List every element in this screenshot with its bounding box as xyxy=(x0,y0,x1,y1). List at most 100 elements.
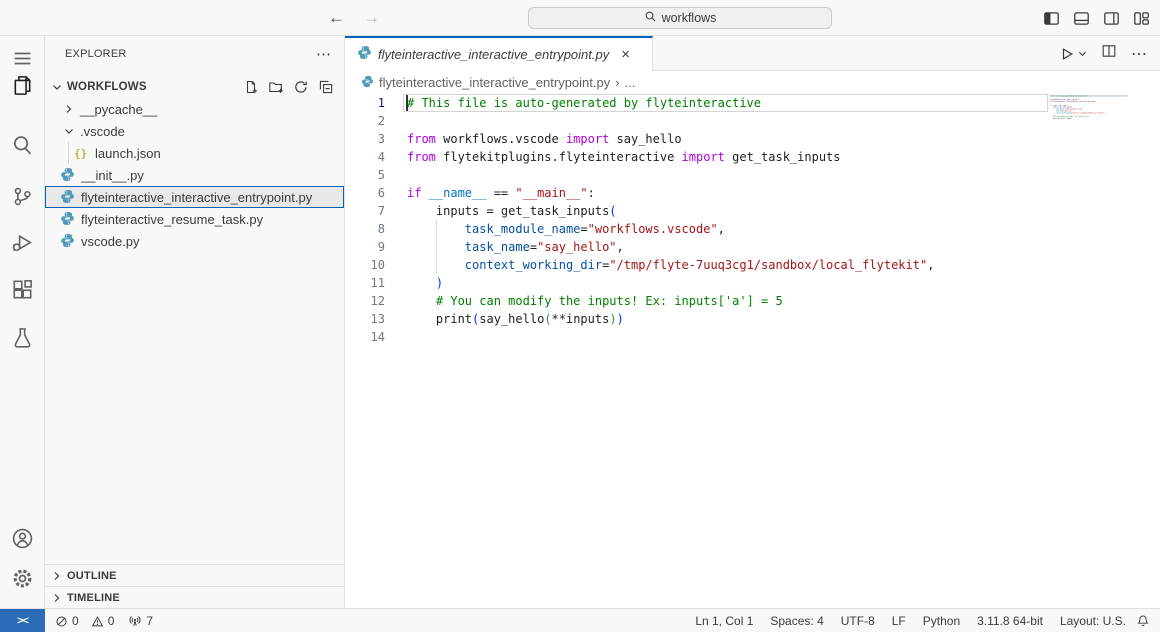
customize-layout-icon[interactable] xyxy=(1133,10,1150,27)
history-back-icon[interactable]: ← xyxy=(328,8,345,28)
minimap-line xyxy=(1050,120,1128,122)
more-actions-icon[interactable]: ⋯ xyxy=(1131,44,1148,64)
accounts-icon[interactable] xyxy=(11,527,34,550)
editor-tab[interactable]: flyteinteractive_interactive_entrypoint.… xyxy=(345,36,653,71)
run-python-file-icon[interactable] xyxy=(1059,46,1087,62)
tree-item-label: flyteinteractive_interactive_entrypoint.… xyxy=(81,190,312,205)
code-line-7[interactable]: 7 inputs = get_task_inputs( xyxy=(345,202,1160,220)
collapse-all-icon[interactable] xyxy=(318,79,334,95)
code-line-1[interactable]: 1 # This file is auto-generated by flytei… xyxy=(345,94,1160,112)
chevron-right-icon xyxy=(49,590,65,606)
sidebar-more-actions-icon[interactable]: ⋯ xyxy=(316,45,332,63)
toggle-primary-sidebar-icon[interactable] xyxy=(1043,10,1060,27)
tree-item-launch.json[interactable]: {}launch.json xyxy=(45,142,344,164)
code-line-5[interactable]: 5 xyxy=(345,166,1160,184)
code-text: # This file is auto-generated by flytein… xyxy=(407,94,761,112)
code-text: if __name__ == "__main__": xyxy=(407,184,595,202)
code-line-11[interactable]: 11 ) xyxy=(345,274,1160,292)
split-editor-icon[interactable] xyxy=(1101,43,1117,64)
code-line-14[interactable]: 14 xyxy=(345,328,1160,346)
status-item-lf[interactable]: LF xyxy=(892,614,906,628)
chevron-down-icon[interactable] xyxy=(61,123,77,139)
file-tree: __pycache__ .vscode {}launch.json__init__.… xyxy=(45,98,344,252)
minimap[interactable]: # This file is auto-generated by flytein… xyxy=(1050,95,1130,215)
code-text: from workflows.vscode import say_hello xyxy=(407,130,682,148)
code-line-8[interactable]: 8 task_module_name="workflows.vscode", xyxy=(345,220,1160,238)
tree-item-flyteinteractive_interactive_entrypoint.py[interactable]: flyteinteractive_interactive_entrypoint.… xyxy=(45,186,344,208)
new-folder-icon[interactable] xyxy=(268,79,284,95)
status-item-3-11-8-64-bit[interactable]: 3.11.8 64-bit xyxy=(977,614,1043,628)
refresh-icon[interactable] xyxy=(293,79,309,95)
code-line-6[interactable]: 6if __name__ == "__main__": xyxy=(345,184,1160,202)
toggle-panel-icon[interactable] xyxy=(1073,10,1090,27)
remote-indicator[interactable]: >< xyxy=(0,609,45,632)
source-control-icon[interactable] xyxy=(11,185,34,208)
status-item-python[interactable]: Python xyxy=(923,614,960,628)
code-text: inputs = get_task_inputs( xyxy=(407,202,617,220)
code-line-12[interactable]: 12 # You can modify the inputs! Ex: inpu… xyxy=(345,292,1160,310)
warning-count: 0 xyxy=(108,614,115,628)
tree-item-label: vscode.py xyxy=(81,234,140,249)
code-text: # You can modify the inputs! Ex: inputs[… xyxy=(407,292,783,310)
forwarded-ports-status[interactable]: 7 xyxy=(128,614,153,628)
explorer-icon[interactable] xyxy=(11,74,34,97)
status-item-utf-8[interactable]: UTF-8 xyxy=(841,614,875,628)
indent-guide xyxy=(68,142,69,164)
breadcrumb-symbol[interactable]: ... xyxy=(625,75,636,90)
code-line-3[interactable]: 3 from workflows.vscode import say_hello xyxy=(345,130,1160,148)
testing-icon[interactable] xyxy=(11,326,34,349)
close-tab-icon[interactable]: × xyxy=(621,47,630,62)
error-icon xyxy=(55,615,68,628)
tree-item-vscode.py[interactable]: vscode.py xyxy=(45,230,344,252)
code-line-4[interactable]: 4from flytekitplugins.flyteinteractive i… xyxy=(345,148,1160,166)
tree-item-label: .vscode xyxy=(80,124,125,139)
toggle-secondary-sidebar-icon[interactable] xyxy=(1103,10,1120,27)
tree-item-flyteinteractive_resume_task.py[interactable]: flyteinteractive_resume_task.py xyxy=(45,208,344,230)
broadcast-tower-icon xyxy=(128,614,142,628)
chevron-down-icon xyxy=(49,79,65,95)
breadcrumb-file[interactable]: flyteinteractive_interactive_entrypoint.… xyxy=(379,75,610,90)
code-line-13[interactable]: 13 print(say_hello(**inputs)) xyxy=(345,310,1160,328)
explorer-sidebar: EXPLORER ⋯ WORKFLOWS __pycache__.vscode{… xyxy=(45,36,345,608)
ports-count: 7 xyxy=(146,614,153,628)
editor-group: flyteinteractive_interactive_entrypoint.… xyxy=(345,36,1160,608)
command-center-search[interactable]: workflows xyxy=(528,7,832,29)
line-number: 4 xyxy=(345,148,385,166)
line-number: 3 xyxy=(345,130,385,148)
tree-item-.vscode[interactable]: .vscode xyxy=(45,120,344,142)
python-file-icon xyxy=(60,167,76,183)
settings-gear-icon[interactable] xyxy=(11,567,34,590)
timeline-panel-header[interactable]: TIMELINE xyxy=(45,586,344,608)
run-and-debug-icon[interactable] xyxy=(11,231,34,254)
status-item-ln-1-col-1[interactable]: Ln 1, Col 1 xyxy=(695,614,753,628)
history-forward-icon[interactable]: → xyxy=(363,8,380,28)
line-number: 12 xyxy=(345,292,385,310)
search-view-icon[interactable] xyxy=(11,134,34,157)
vscode-window: ← → workflows xyxy=(0,0,1160,632)
menu-icon[interactable] xyxy=(11,47,34,70)
line-number: 2 xyxy=(345,112,385,130)
search-icon xyxy=(644,10,657,26)
extensions-icon[interactable] xyxy=(11,278,34,301)
code-line-2[interactable]: 2 xyxy=(345,112,1160,130)
outline-panel-header[interactable]: OUTLINE xyxy=(45,564,344,586)
code-line-10[interactable]: 10 context_working_dir="/tmp/flyte-7uuq3… xyxy=(345,256,1160,274)
chevron-right-icon[interactable] xyxy=(61,101,77,117)
breadcrumb[interactable]: flyteinteractive_interactive_entrypoint.… xyxy=(345,71,1160,94)
status-item-layout-u-s-[interactable]: Layout: U.S. xyxy=(1060,614,1126,628)
new-file-icon[interactable] xyxy=(243,79,259,95)
line-number: 1 xyxy=(345,94,385,112)
line-number: 9 xyxy=(345,238,385,256)
python-file-icon xyxy=(361,75,374,91)
tree-item-__pycache__[interactable]: __pycache__ xyxy=(45,98,344,120)
status-item-spaces-4[interactable]: Spaces: 4 xyxy=(770,614,823,628)
tab-label: flyteinteractive_interactive_entrypoint.… xyxy=(378,47,609,62)
code-line-9[interactable]: 9 task_name="say_hello", xyxy=(345,238,1160,256)
problems-status[interactable]: 0 0 xyxy=(55,614,114,628)
json-file-icon: {} xyxy=(74,145,90,161)
code-area[interactable]: 1 # This file is auto-generated by flytei… xyxy=(345,94,1160,608)
workflows-section-header[interactable]: WORKFLOWS xyxy=(45,76,344,98)
activity-bar xyxy=(0,36,45,608)
notifications-bell-icon[interactable] xyxy=(1136,609,1150,632)
tree-item-__init__.py[interactable]: __init__.py xyxy=(45,164,344,186)
